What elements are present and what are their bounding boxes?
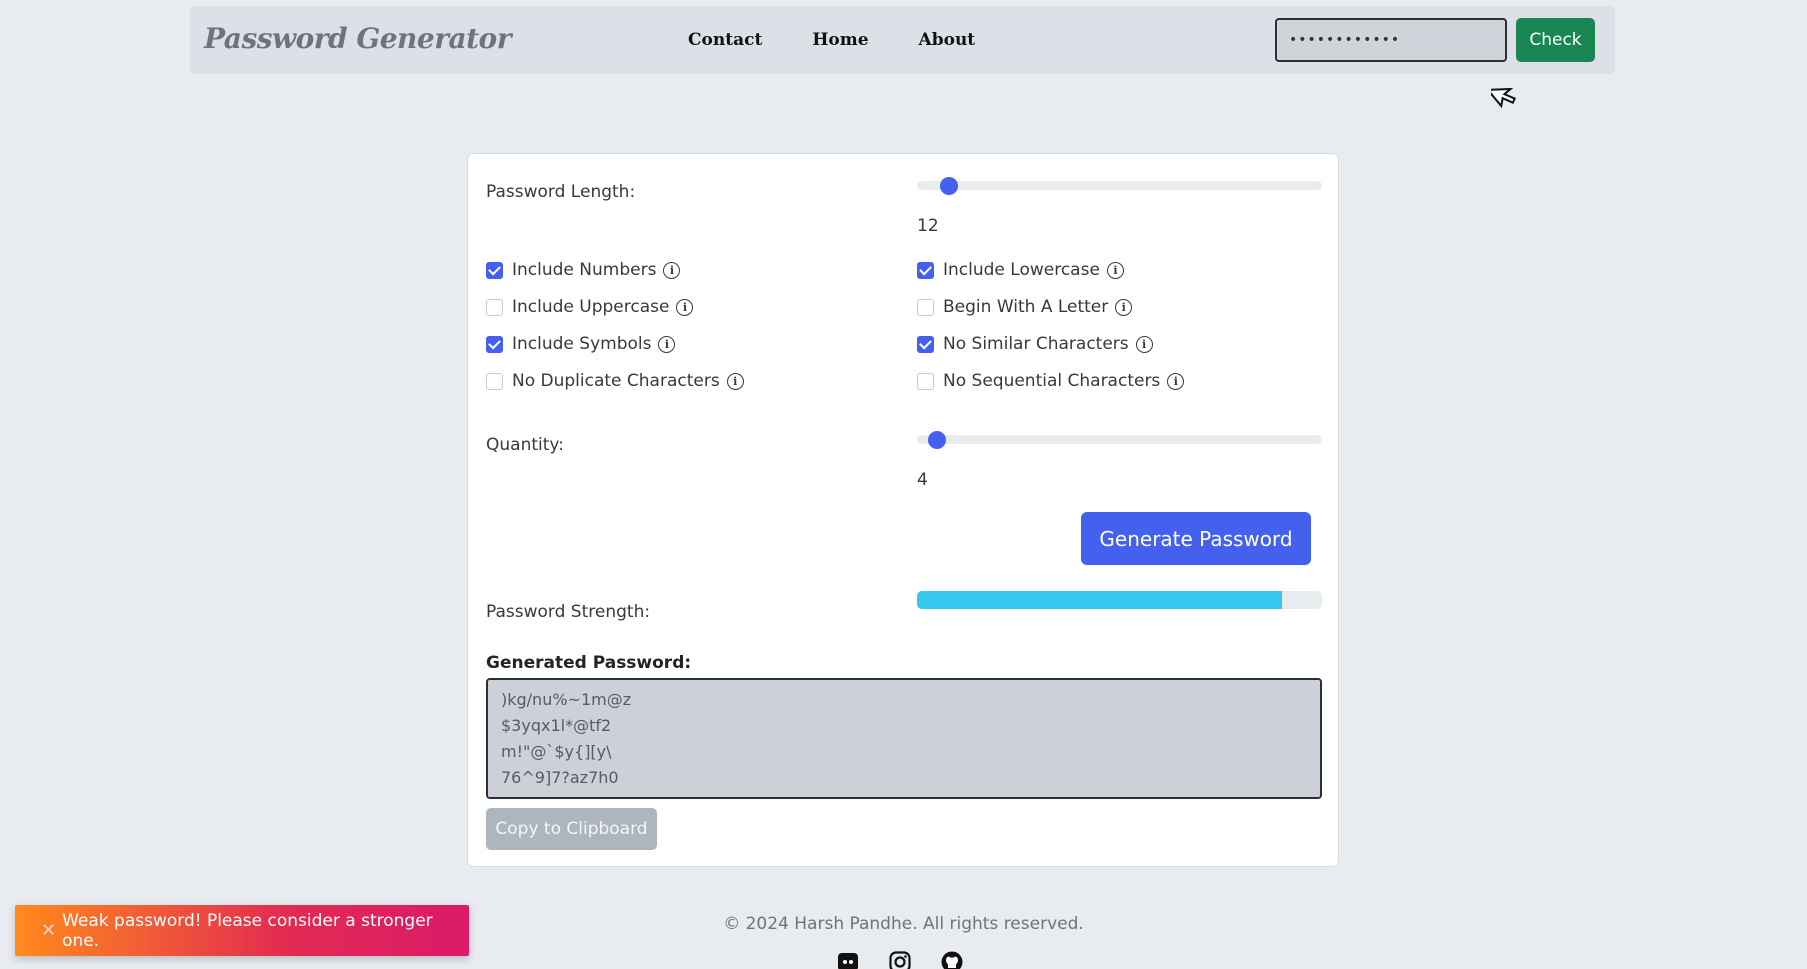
- option-no-similar[interactable]: No Similar Characters i: [917, 334, 1153, 354]
- option-label: Begin With A Letter: [943, 297, 1109, 317]
- info-icon[interactable]: i: [658, 335, 676, 353]
- github-icon[interactable]: [940, 950, 964, 969]
- info-icon[interactable]: i: [1115, 298, 1133, 316]
- nav-link-home[interactable]: Home: [812, 30, 868, 50]
- option-label: No Duplicate Characters: [512, 371, 720, 391]
- checkbox[interactable]: [917, 372, 934, 390]
- option-label: No Similar Characters: [943, 334, 1129, 354]
- option-label: Include Lowercase: [943, 260, 1100, 280]
- nav-link-about[interactable]: About: [919, 30, 976, 50]
- discord-icon[interactable]: [836, 950, 860, 969]
- toast-message: Weak password! Please consider a stronge…: [62, 910, 433, 951]
- social-links: [836, 950, 964, 969]
- generate-password-button[interactable]: Generate Password: [1081, 512, 1311, 565]
- copy-to-clipboard-button[interactable]: Copy to Clipboard: [486, 808, 657, 850]
- length-slider-thumb[interactable]: [940, 177, 959, 195]
- info-icon[interactable]: i: [663, 261, 681, 279]
- strength-bar: [917, 591, 1322, 609]
- quantity-value: 4: [917, 470, 928, 490]
- length-value: 12: [917, 216, 939, 236]
- checkbox[interactable]: [486, 298, 503, 316]
- strength-bar-fill: [917, 591, 1282, 609]
- quantity-slider[interactable]: [917, 431, 1322, 449]
- instagram-icon[interactable]: [888, 950, 912, 969]
- mouse-cursor-icon: [1491, 87, 1516, 109]
- weak-password-toast: ✕ Weak password! Please consider a stron…: [15, 905, 469, 956]
- option-label: Include Numbers: [512, 260, 657, 280]
- info-icon[interactable]: i: [676, 298, 694, 316]
- checkbox[interactable]: [917, 298, 934, 316]
- info-icon[interactable]: i: [726, 372, 744, 390]
- option-include-numbers[interactable]: Include Numbers i: [486, 260, 681, 280]
- option-no-duplicate[interactable]: No Duplicate Characters i: [486, 371, 744, 391]
- info-icon[interactable]: i: [1167, 372, 1185, 390]
- checkbox[interactable]: [486, 335, 503, 353]
- generated-password-label: Generated Password:: [486, 653, 692, 673]
- nav-links: Contact Home About: [688, 30, 975, 50]
- length-label: Password Length:: [486, 182, 636, 202]
- checkbox[interactable]: [486, 372, 503, 390]
- info-icon[interactable]: i: [1106, 261, 1124, 279]
- option-no-sequential[interactable]: No Sequential Characters i: [917, 371, 1185, 391]
- checkbox[interactable]: [917, 261, 934, 279]
- quantity-label: Quantity:: [486, 435, 564, 455]
- navbar: Password Generator Contact Home About Ch…: [190, 6, 1615, 74]
- check-button[interactable]: Check: [1516, 18, 1595, 62]
- option-include-lowercase[interactable]: Include Lowercase i: [917, 260, 1124, 280]
- nav-link-contact[interactable]: Contact: [688, 30, 762, 50]
- option-label: Include Symbols: [512, 334, 652, 354]
- option-include-symbols[interactable]: Include Symbols i: [486, 334, 676, 354]
- close-icon[interactable]: ✕: [41, 920, 56, 941]
- checkbox[interactable]: [486, 261, 503, 279]
- quantity-slider-thumb[interactable]: [928, 431, 947, 449]
- brand-logo[interactable]: Password Generator: [204, 22, 511, 55]
- info-icon[interactable]: i: [1135, 335, 1153, 353]
- length-slider[interactable]: [917, 177, 1322, 195]
- option-include-uppercase[interactable]: Include Uppercase i: [486, 297, 694, 317]
- option-label: Include Uppercase: [512, 297, 670, 317]
- option-begin-with-letter[interactable]: Begin With A Letter i: [917, 297, 1133, 317]
- option-label: No Sequential Characters: [943, 371, 1161, 391]
- generator-card: Password Length: 12 Include Numbers i In…: [467, 153, 1339, 867]
- generated-password-textarea[interactable]: [486, 678, 1322, 799]
- check-password-input[interactable]: [1275, 18, 1507, 62]
- checkbox[interactable]: [917, 335, 934, 353]
- strength-label: Password Strength:: [486, 602, 651, 622]
